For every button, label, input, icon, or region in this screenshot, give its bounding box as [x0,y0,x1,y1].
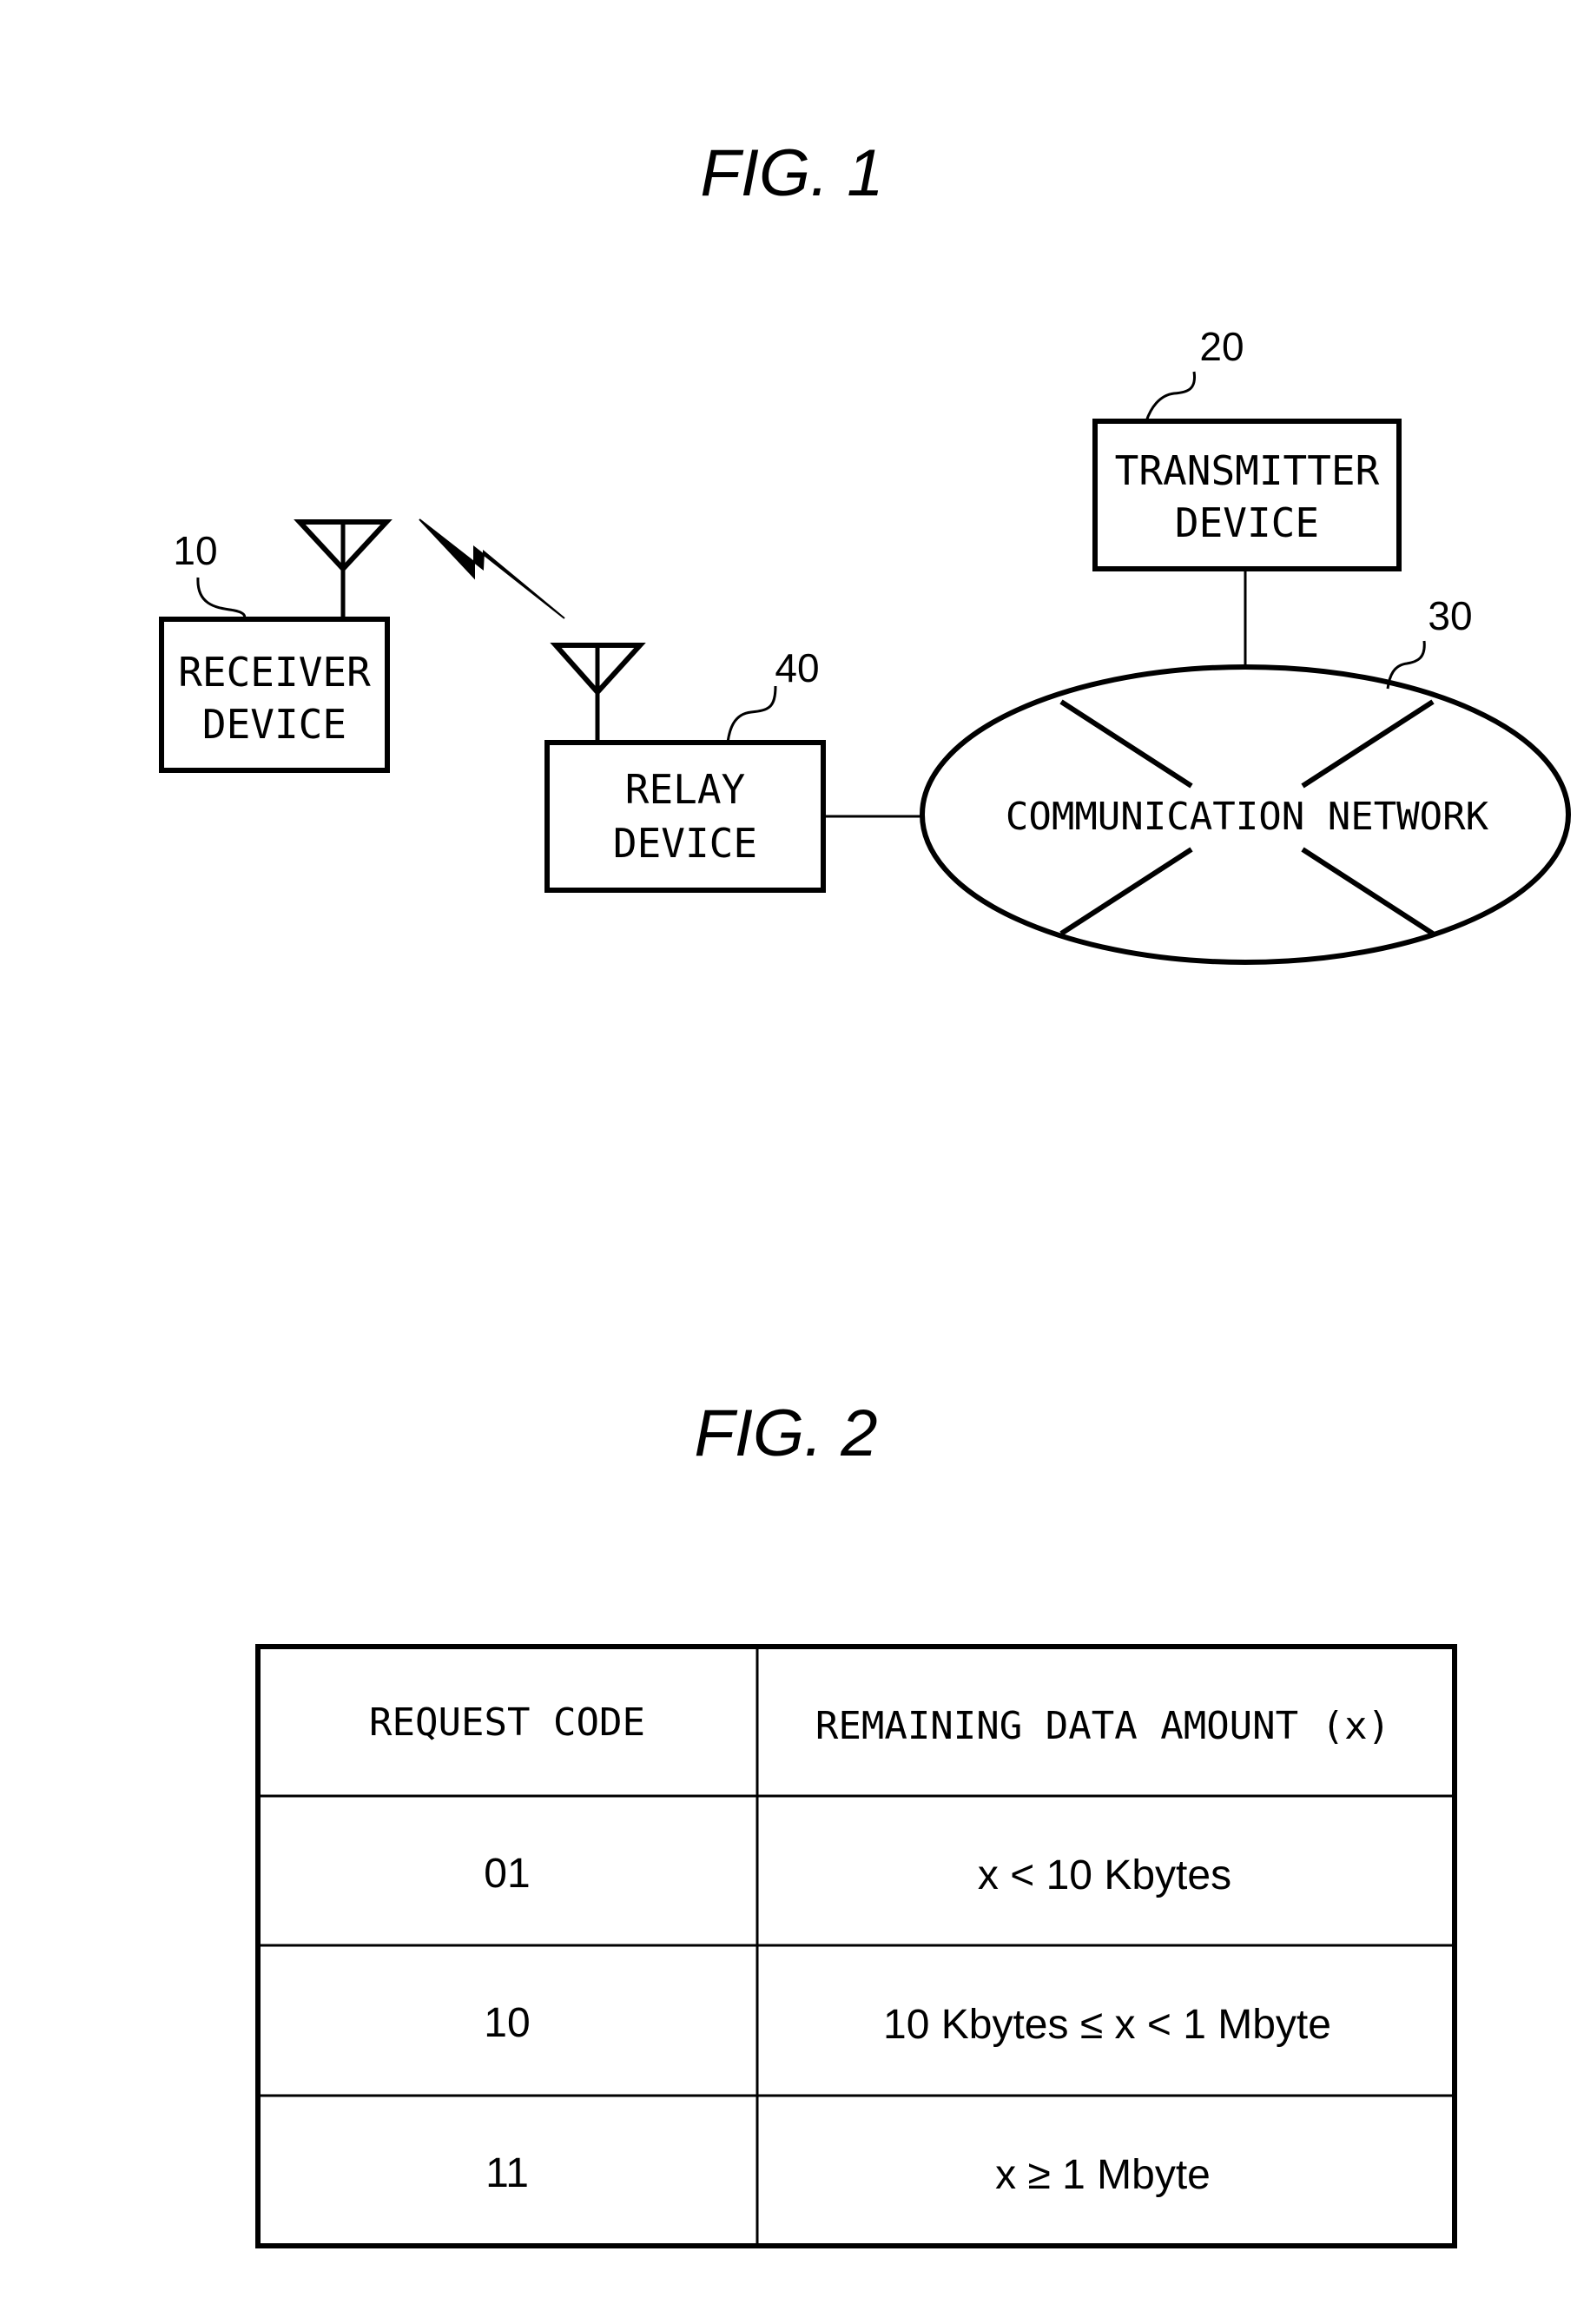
relay-device: RELAY DEVICE 40 [544,643,826,893]
transmitter-device-label-line1: TRANSMITTER [1115,447,1380,494]
header-request-code: REQUEST CODE [369,1700,645,1745]
network-ref-number: 30 [1428,593,1472,638]
wireless-link-icon [419,518,565,619]
receiver-device-label-line2: DEVICE [202,701,346,748]
transmitter-leader-line [1145,371,1197,422]
transmitter-device-box [1092,419,1402,571]
receiver-ref-number: 10 [173,528,217,573]
relay-leader-line [726,685,777,743]
table-row: 10 10 Kbytes ≤ x < 1 Mbyte [484,2000,1331,2048]
fig1-title: FIG. 1 [700,136,883,210]
relay-ref-number: 40 [775,645,819,690]
transmitter-device: TRANSMITTER DEVICE 20 [1092,324,1402,571]
fig2-title: FIG. 2 [694,1396,877,1470]
antenna-icon [294,519,393,619]
network-cross-line [1059,699,1193,789]
receiver-device-label-line1: RECEIVER [178,649,371,696]
network-cross-line [1301,699,1435,789]
relay-device-box [544,740,826,893]
receiver-leader-line [196,577,247,621]
transmitter-device-label-line2: DEVICE [1175,499,1319,546]
transmitter-ref-number: 20 [1199,324,1244,369]
remaining-amount-cell: 10 Kbytes ≤ x < 1 Mbyte [883,2002,1331,2048]
patent-drawing-sheet: FIG. 1 RECEIVER DEVICE 10 RELAY DEVICE 4… [159,136,1571,2248]
header-remaining-data-amount: REMAINING DATA AMOUNT (x) [815,1704,1390,1748]
relay-device-label-line2: DEVICE [613,820,757,867]
relay-device-label-line1: RELAY [625,766,745,813]
remaining-amount-cell: x ≥ 1 Mbyte [995,2152,1211,2198]
request-code-cell: 11 [485,2150,529,2196]
receiver-device: RECEIVER DEVICE 10 [159,519,393,773]
network-cross-line [1301,847,1435,936]
table-row: 11 x ≥ 1 Mbyte [485,2150,1211,2198]
network-label: COMMUNICATION NETWORK [1006,795,1489,839]
request-code-cell: 01 [484,1851,530,1897]
antenna-icon [550,643,646,743]
remaining-amount-cell: x < 10 Kbytes [978,1852,1231,1898]
request-code-table: REQUEST CODE REMAINING DATA AMOUNT (x) 0… [255,1644,1457,2248]
request-code-cell: 10 [484,2000,530,2046]
network-cross-line [1059,847,1193,936]
table-row: 01 x < 10 Kbytes [484,1851,1231,1898]
